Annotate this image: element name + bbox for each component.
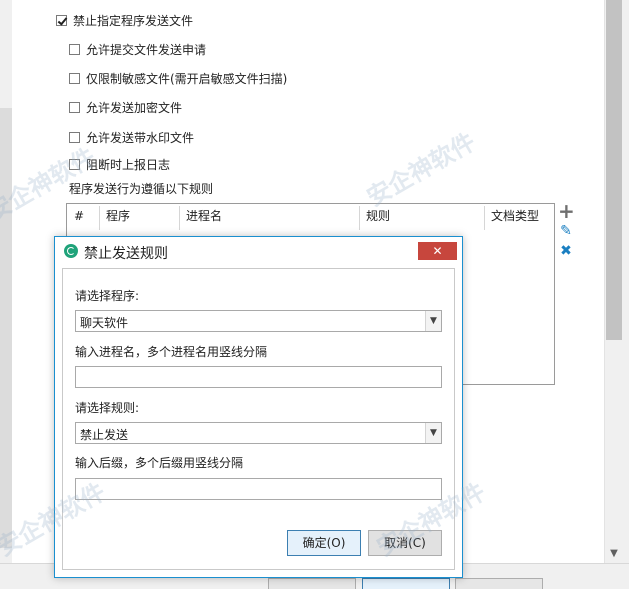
dialog-title: 禁止发送规则 [84, 246, 168, 262]
checkbox-label: 仅限制敏感文件(需开启敏感文件扫描) [86, 72, 288, 86]
cancel-button[interactable]: 取消(C) [368, 530, 442, 556]
program-select-value: 聊天软件 [80, 316, 129, 330]
chevron-down-icon[interactable]: ▼ [425, 423, 441, 443]
checkbox-box[interactable] [69, 44, 80, 55]
ok-button[interactable]: 确定(O) [287, 530, 361, 556]
checkbox-box[interactable] [69, 102, 80, 113]
edit-icon[interactable]: ✎ [558, 223, 574, 239]
close-icon[interactable]: ✕ [418, 242, 457, 260]
col-header-doctype[interactable]: 文档类型 [485, 206, 553, 230]
scroll-down-icon[interactable]: ▼ [606, 546, 622, 562]
checkbox-label: 禁止指定程序发送文件 [73, 14, 194, 28]
bottom-button-2[interactable] [362, 578, 450, 589]
allow-watermark-checkbox[interactable]: 允许发送带水印文件 [69, 129, 194, 146]
col-header-index[interactable]: # [68, 206, 100, 230]
checkbox-box[interactable] [69, 73, 80, 84]
program-label: 请选择程序: [75, 289, 140, 303]
process-name-input[interactable] [75, 366, 442, 388]
left-splitter[interactable] [0, 108, 12, 548]
app-logo-icon [64, 244, 78, 258]
rules-caption: 程序发送行为遵循以下规则 [69, 182, 214, 196]
suffix-label: 输入后缀，多个后缀用竖线分隔 [75, 456, 244, 470]
checkbox-box[interactable] [56, 15, 67, 26]
checkbox-label: 允许发送带水印文件 [86, 131, 195, 145]
checkbox-box[interactable] [69, 159, 80, 170]
rule-label: 请选择规则: [75, 401, 140, 415]
program-select[interactable]: 聊天软件 ▼ [75, 310, 442, 332]
checkbox-label: 允许提交文件发送申请 [86, 43, 207, 57]
bottom-button-1[interactable] [268, 578, 356, 589]
suffix-input[interactable] [75, 478, 442, 500]
process-label: 输入进程名，多个进程名用竖线分隔 [75, 345, 268, 359]
add-icon[interactable]: + [558, 201, 575, 221]
allow-encrypted-checkbox[interactable]: 允许发送加密文件 [69, 99, 182, 116]
col-header-program[interactable]: 程序 [100, 206, 180, 230]
delete-icon[interactable]: ✖ [558, 243, 574, 259]
report-log-checkbox[interactable]: 阻断时上报日志 [69, 156, 170, 173]
bottom-button-3[interactable] [455, 578, 543, 589]
chevron-down-icon[interactable]: ▼ [425, 311, 441, 331]
checkbox-label: 阻断时上报日志 [86, 158, 171, 172]
scrollbar-thumb[interactable] [606, 0, 622, 340]
col-header-process[interactable]: 进程名 [180, 206, 360, 230]
col-header-rule[interactable]: 规则 [360, 206, 485, 230]
allow-request-checkbox[interactable]: 允许提交文件发送申请 [69, 41, 206, 58]
checkbox-box[interactable] [69, 132, 80, 143]
checkbox-label: 允许发送加密文件 [86, 101, 183, 115]
sensitive-only-checkbox[interactable]: 仅限制敏感文件(需开启敏感文件扫描) [69, 70, 287, 87]
block-send-checkbox[interactable]: 禁止指定程序发送文件 [56, 12, 193, 29]
rule-select[interactable]: 禁止发送 ▼ [75, 422, 442, 444]
rule-select-value: 禁止发送 [80, 428, 129, 442]
